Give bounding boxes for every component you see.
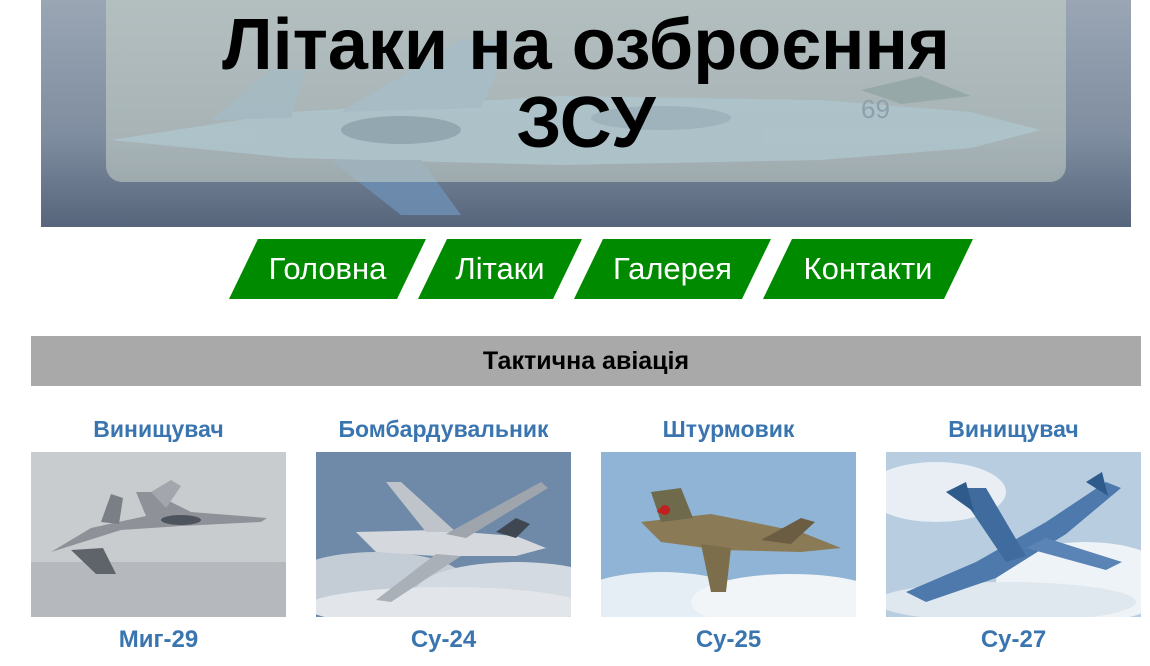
aircraft-model: Су-27 (980, 626, 1047, 653)
nav-item-label: Літаки (455, 251, 545, 286)
aircraft-card-su-25[interactable]: Штурмовик Су-25 (601, 410, 856, 655)
title-box: Літаки на озброєння ЗСУ (106, 0, 1066, 182)
aircraft-model: Миг-29 (118, 626, 199, 653)
nav-item-label: Галерея (613, 251, 732, 286)
nav-item-label: Контакти (803, 251, 933, 286)
mig-29-photo[interactable] (31, 452, 286, 617)
main-nav: Головна Літаки Галерея Контакти (229, 239, 973, 299)
nav-item-contacts[interactable]: Контакти (763, 239, 973, 299)
header-banner: 69 Літаки на озброєння ЗСУ (41, 0, 1131, 227)
page-title: Літаки на озброєння ЗСУ (222, 5, 950, 163)
aircraft-model: Су-24 (410, 626, 477, 653)
aircraft-card-mig-29[interactable]: Винищувач Миг-29 (31, 410, 286, 655)
aircraft-role: Штурмовик (662, 416, 795, 442)
aircraft-model: Су-25 (695, 626, 762, 653)
aircraft-role: Бомбардувальник (338, 416, 549, 442)
nav-item-gallery[interactable]: Галерея (574, 239, 771, 299)
nav-item-planes[interactable]: Літаки (418, 239, 582, 299)
nav-item-home[interactable]: Головна (229, 239, 426, 299)
aircraft-card-su-27[interactable]: Винищувач Су-27 (886, 410, 1141, 655)
su-24-photo[interactable] (316, 452, 571, 617)
aircraft-card-su-24[interactable]: Бомбардувальник Су-24 (316, 410, 571, 655)
nav-item-label: Головна (268, 251, 387, 286)
su-25-photo[interactable] (601, 452, 856, 617)
aircraft-role: Винищувач (93, 416, 224, 442)
aircraft-role: Винищувач (948, 416, 1079, 442)
su-27-photo[interactable] (886, 452, 1141, 617)
section-title: Тактична авіація (31, 336, 1141, 386)
